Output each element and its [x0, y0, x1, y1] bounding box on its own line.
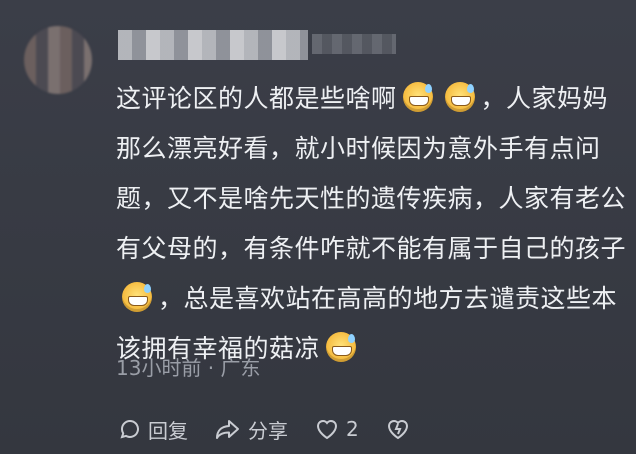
like-button[interactable]: 2	[314, 417, 359, 441]
username-blurred[interactable]	[118, 30, 308, 60]
comment-card: 这评论区的人都是些啥啊 ，人家妈妈那么漂亮好看，就小时候因为意外手有点问题，又不是…	[0, 0, 636, 454]
grinning-sweat-emoji	[122, 282, 152, 312]
grinning-sweat-emoji	[402, 82, 433, 112]
reply-label: 回复	[148, 418, 188, 443]
share-label: 分享	[248, 418, 288, 443]
comment-meta: 13小时前 · 广东	[116, 356, 261, 380]
comment-text: 这评论区的人都是些啥啊 ，人家妈妈那么漂亮好看，就小时候因为意外手有点问题，又不是…	[116, 74, 626, 374]
grinning-sweat-emoji	[326, 332, 357, 362]
like-count: 2	[346, 417, 359, 441]
dislike-button[interactable]	[385, 417, 411, 441]
reply-button[interactable]: 回复	[118, 415, 188, 444]
comment-actions: 回复 分享 2	[118, 412, 411, 446]
username-blurred-tail	[312, 34, 396, 54]
heart-icon	[314, 417, 340, 441]
broken-heart-icon	[385, 417, 411, 441]
grinning-sweat-emoji	[444, 82, 475, 112]
share-button[interactable]: 分享	[214, 415, 288, 444]
avatar[interactable]	[24, 26, 92, 94]
share-arrow-icon	[214, 417, 242, 441]
chat-bubble-icon	[118, 417, 142, 441]
comment-text-segment: 这评论区的人都是些啥啊	[116, 84, 397, 113]
